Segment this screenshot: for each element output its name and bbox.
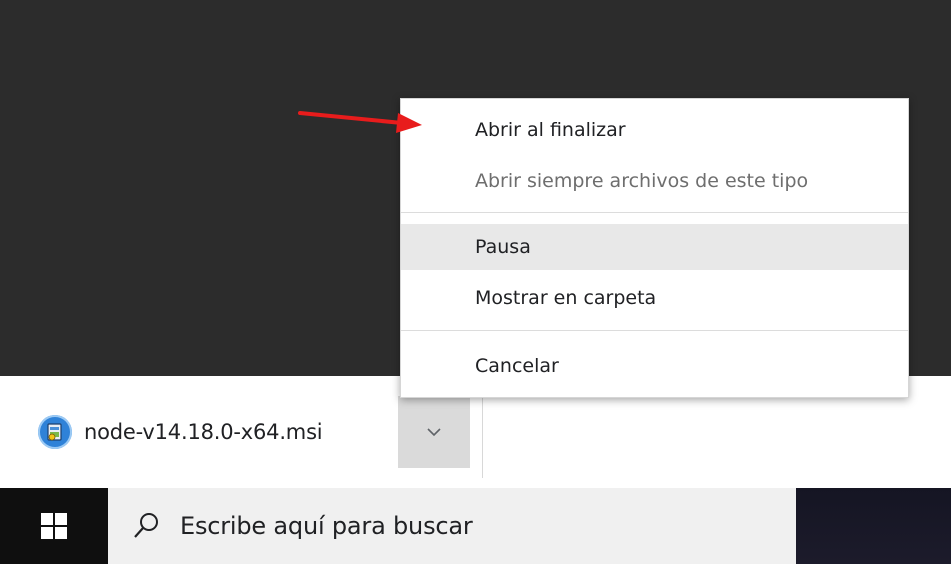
search-icon xyxy=(134,513,158,538)
menu-item-pause[interactable]: Pausa xyxy=(401,224,908,270)
menu-item-open-when-done[interactable]: Abrir al finalizar xyxy=(401,107,908,153)
menu-item-label: Cancelar xyxy=(475,355,559,377)
start-button[interactable] xyxy=(0,488,108,564)
menu-item-show-in-folder[interactable]: Mostrar en carpeta xyxy=(401,275,908,321)
taskbar-app-area xyxy=(796,488,951,564)
menu-item-always-open-type[interactable]: Abrir siempre archivos de este tipo xyxy=(401,158,908,204)
msi-installer-icon xyxy=(38,415,72,449)
download-context-menu: Abrir al finalizar Abrir siempre archivo… xyxy=(400,98,909,398)
menu-separator xyxy=(401,212,908,213)
menu-item-cancel[interactable]: Cancelar xyxy=(401,343,908,389)
taskbar-search-box[interactable]: Escribe aquí para buscar xyxy=(108,488,796,564)
menu-item-label: Abrir siempre archivos de este tipo xyxy=(475,170,809,192)
download-item[interactable]: node-v14.18.0-x64.msi xyxy=(38,414,323,450)
menu-item-label: Mostrar en carpeta xyxy=(475,287,657,309)
download-options-button[interactable] xyxy=(398,396,470,468)
windows-logo-icon xyxy=(41,513,67,539)
download-filename: node-v14.18.0-x64.msi xyxy=(84,420,323,444)
red-arrow-annotation xyxy=(298,111,422,133)
menu-separator xyxy=(401,330,908,331)
search-placeholder: Escribe aquí para buscar xyxy=(180,512,473,540)
shelf-divider xyxy=(482,398,483,478)
menu-item-label: Pausa xyxy=(475,236,531,258)
menu-item-label: Abrir al finalizar xyxy=(475,119,626,141)
chevron-down-icon xyxy=(427,428,441,437)
